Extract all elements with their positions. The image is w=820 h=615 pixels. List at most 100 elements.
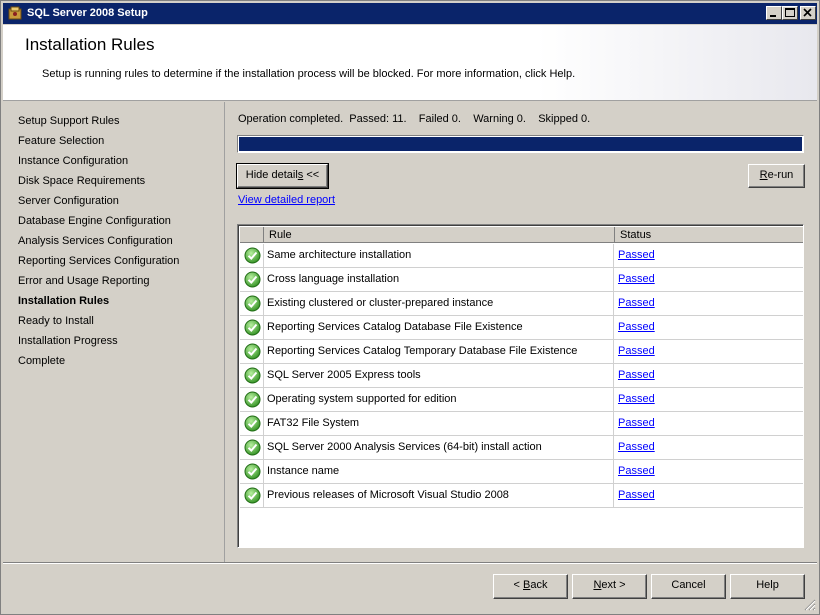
rule-name: SQL Server 2005 Express tools <box>264 364 614 387</box>
check-circle-icon <box>244 319 261 336</box>
hide-details-suffix: << <box>303 169 320 181</box>
status-link[interactable]: Passed <box>618 297 655 309</box>
status-cell: Passed <box>615 268 803 291</box>
table-row[interactable]: Operating system supported for edition Pa… <box>240 388 803 412</box>
status-cell: Passed <box>615 340 803 363</box>
sidebar-step: Setup Support Rules <box>18 115 120 127</box>
status-icon-cell <box>240 268 264 291</box>
status-icon-cell <box>240 340 264 363</box>
status-link[interactable]: Passed <box>618 417 655 429</box>
status-icon-cell <box>240 484 264 507</box>
status-icon-cell <box>240 316 264 339</box>
setup-window: SQL Server 2008 Setup Installation Rules… <box>0 0 820 615</box>
back-label: ack <box>530 579 548 591</box>
sidebar-step: Installation Rules <box>18 295 110 307</box>
status-link[interactable]: Passed <box>618 465 655 477</box>
status-cell: Passed <box>615 460 803 483</box>
rule-name: SQL Server 2000 Analysis Services (64-bi… <box>264 436 614 459</box>
view-detailed-report-link[interactable]: View detailed report <box>238 194 335 206</box>
check-circle-icon <box>244 415 261 432</box>
status-cell: Passed <box>615 316 803 339</box>
sidebar-step: Ready to Install <box>18 315 94 327</box>
hide-details-button[interactable]: Hide details << <box>236 163 329 189</box>
minimize-button[interactable] <box>766 6 782 20</box>
rule-name: Cross language installation <box>264 268 614 291</box>
status-link[interactable]: Passed <box>618 393 655 405</box>
title-bar[interactable]: SQL Server 2008 Setup <box>3 3 817 24</box>
status-link[interactable]: Passed <box>618 321 655 333</box>
minimize-icon <box>770 15 776 17</box>
status-icon-cell <box>240 292 264 315</box>
status-cell: Passed <box>615 484 803 507</box>
table-row[interactable]: Cross language installation Passed <box>240 268 803 292</box>
sidebar-step: Server Configuration <box>18 195 119 207</box>
sidebar-step: Complete <box>18 355 66 367</box>
maximize-icon <box>785 8 795 17</box>
check-circle-icon <box>244 271 261 288</box>
help-button[interactable]: Help <box>730 574 805 599</box>
status-icon-cell <box>240 436 264 459</box>
check-circle-icon <box>244 367 261 384</box>
footer-separator <box>3 562 817 564</box>
close-icon <box>803 8 812 17</box>
rules-grid: Rule Status Same architecture installati… <box>237 224 804 548</box>
table-row[interactable]: Existing clustered or cluster-prepared i… <box>240 292 803 316</box>
next-button[interactable]: Next > <box>572 574 647 599</box>
status-cell: Passed <box>615 388 803 411</box>
check-circle-icon <box>244 295 261 312</box>
status-link[interactable]: Passed <box>618 369 655 381</box>
sidebar-step: Reporting Services Configuration <box>18 255 180 267</box>
steps-sidebar: Setup Support Rules Feature Selection Inst… <box>3 102 225 562</box>
table-row[interactable]: Reporting Services Catalog Temporary Dat… <box>240 340 803 364</box>
grid-header-icon-col <box>240 227 264 243</box>
status-link[interactable]: Passed <box>618 441 655 453</box>
table-row[interactable]: SQL Server 2000 Analysis Services (64-bi… <box>240 436 803 460</box>
sidebar-step: Analysis Services Configuration <box>18 235 173 247</box>
table-row[interactable]: Instance name Passed <box>240 460 803 484</box>
check-circle-icon <box>244 391 261 408</box>
main-panel: Operation completed. Passed: 11. Failed … <box>226 102 817 562</box>
status-link[interactable]: Passed <box>618 345 655 357</box>
resize-grip-icon[interactable] <box>804 599 816 611</box>
check-circle-icon <box>244 463 261 480</box>
status-cell: Passed <box>615 364 803 387</box>
table-row[interactable]: Reporting Services Catalog Database File… <box>240 316 803 340</box>
table-row[interactable]: FAT32 File System Passed <box>240 412 803 436</box>
rule-name: Previous releases of Microsoft Visual St… <box>264 484 614 507</box>
window-title: SQL Server 2008 Setup <box>27 7 148 19</box>
grid-header: Rule Status <box>240 227 803 243</box>
sidebar-step: Feature Selection <box>18 135 105 147</box>
sidebar-step: Disk Space Requirements <box>18 175 146 187</box>
status-icon-cell <box>240 364 264 387</box>
grid-header-rule[interactable]: Rule <box>264 227 615 243</box>
close-button[interactable] <box>800 6 816 20</box>
status-icon-cell <box>240 460 264 483</box>
rerun-button[interactable]: Re-run <box>748 164 805 188</box>
rule-name: Reporting Services Catalog Temporary Dat… <box>264 340 614 363</box>
status-cell: Passed <box>615 292 803 315</box>
table-row[interactable]: Same architecture installation Passed <box>240 244 803 268</box>
status-cell: Passed <box>615 436 803 459</box>
check-circle-icon <box>244 247 261 264</box>
rule-name: Reporting Services Catalog Database File… <box>264 316 614 339</box>
status-icon-cell <box>240 388 264 411</box>
cancel-button[interactable]: Cancel <box>651 574 726 599</box>
status-link[interactable]: Passed <box>618 273 655 285</box>
operation-status: Operation completed. Passed: 11. Failed … <box>238 113 591 125</box>
sidebar-step: Error and Usage Reporting <box>18 275 150 287</box>
page-description: Setup is running rules to determine if t… <box>42 68 576 80</box>
status-cell: Passed <box>615 412 803 435</box>
maximize-button[interactable] <box>782 6 798 20</box>
page-header: Installation Rules Setup is running rule… <box>3 25 817 101</box>
grid-header-status[interactable]: Status <box>615 227 803 243</box>
back-button[interactable]: < Back <box>493 574 568 599</box>
status-link[interactable]: Passed <box>618 489 655 501</box>
progress-bar <box>237 135 804 153</box>
status-link[interactable]: Passed <box>618 249 655 261</box>
table-row[interactable]: SQL Server 2005 Express tools Passed <box>240 364 803 388</box>
rule-name: Same architecture installation <box>264 244 614 267</box>
table-row[interactable]: Previous releases of Microsoft Visual St… <box>240 484 803 508</box>
rule-name: Operating system supported for edition <box>264 388 614 411</box>
sidebar-step: Installation Progress <box>18 335 118 347</box>
check-circle-icon <box>244 487 261 504</box>
